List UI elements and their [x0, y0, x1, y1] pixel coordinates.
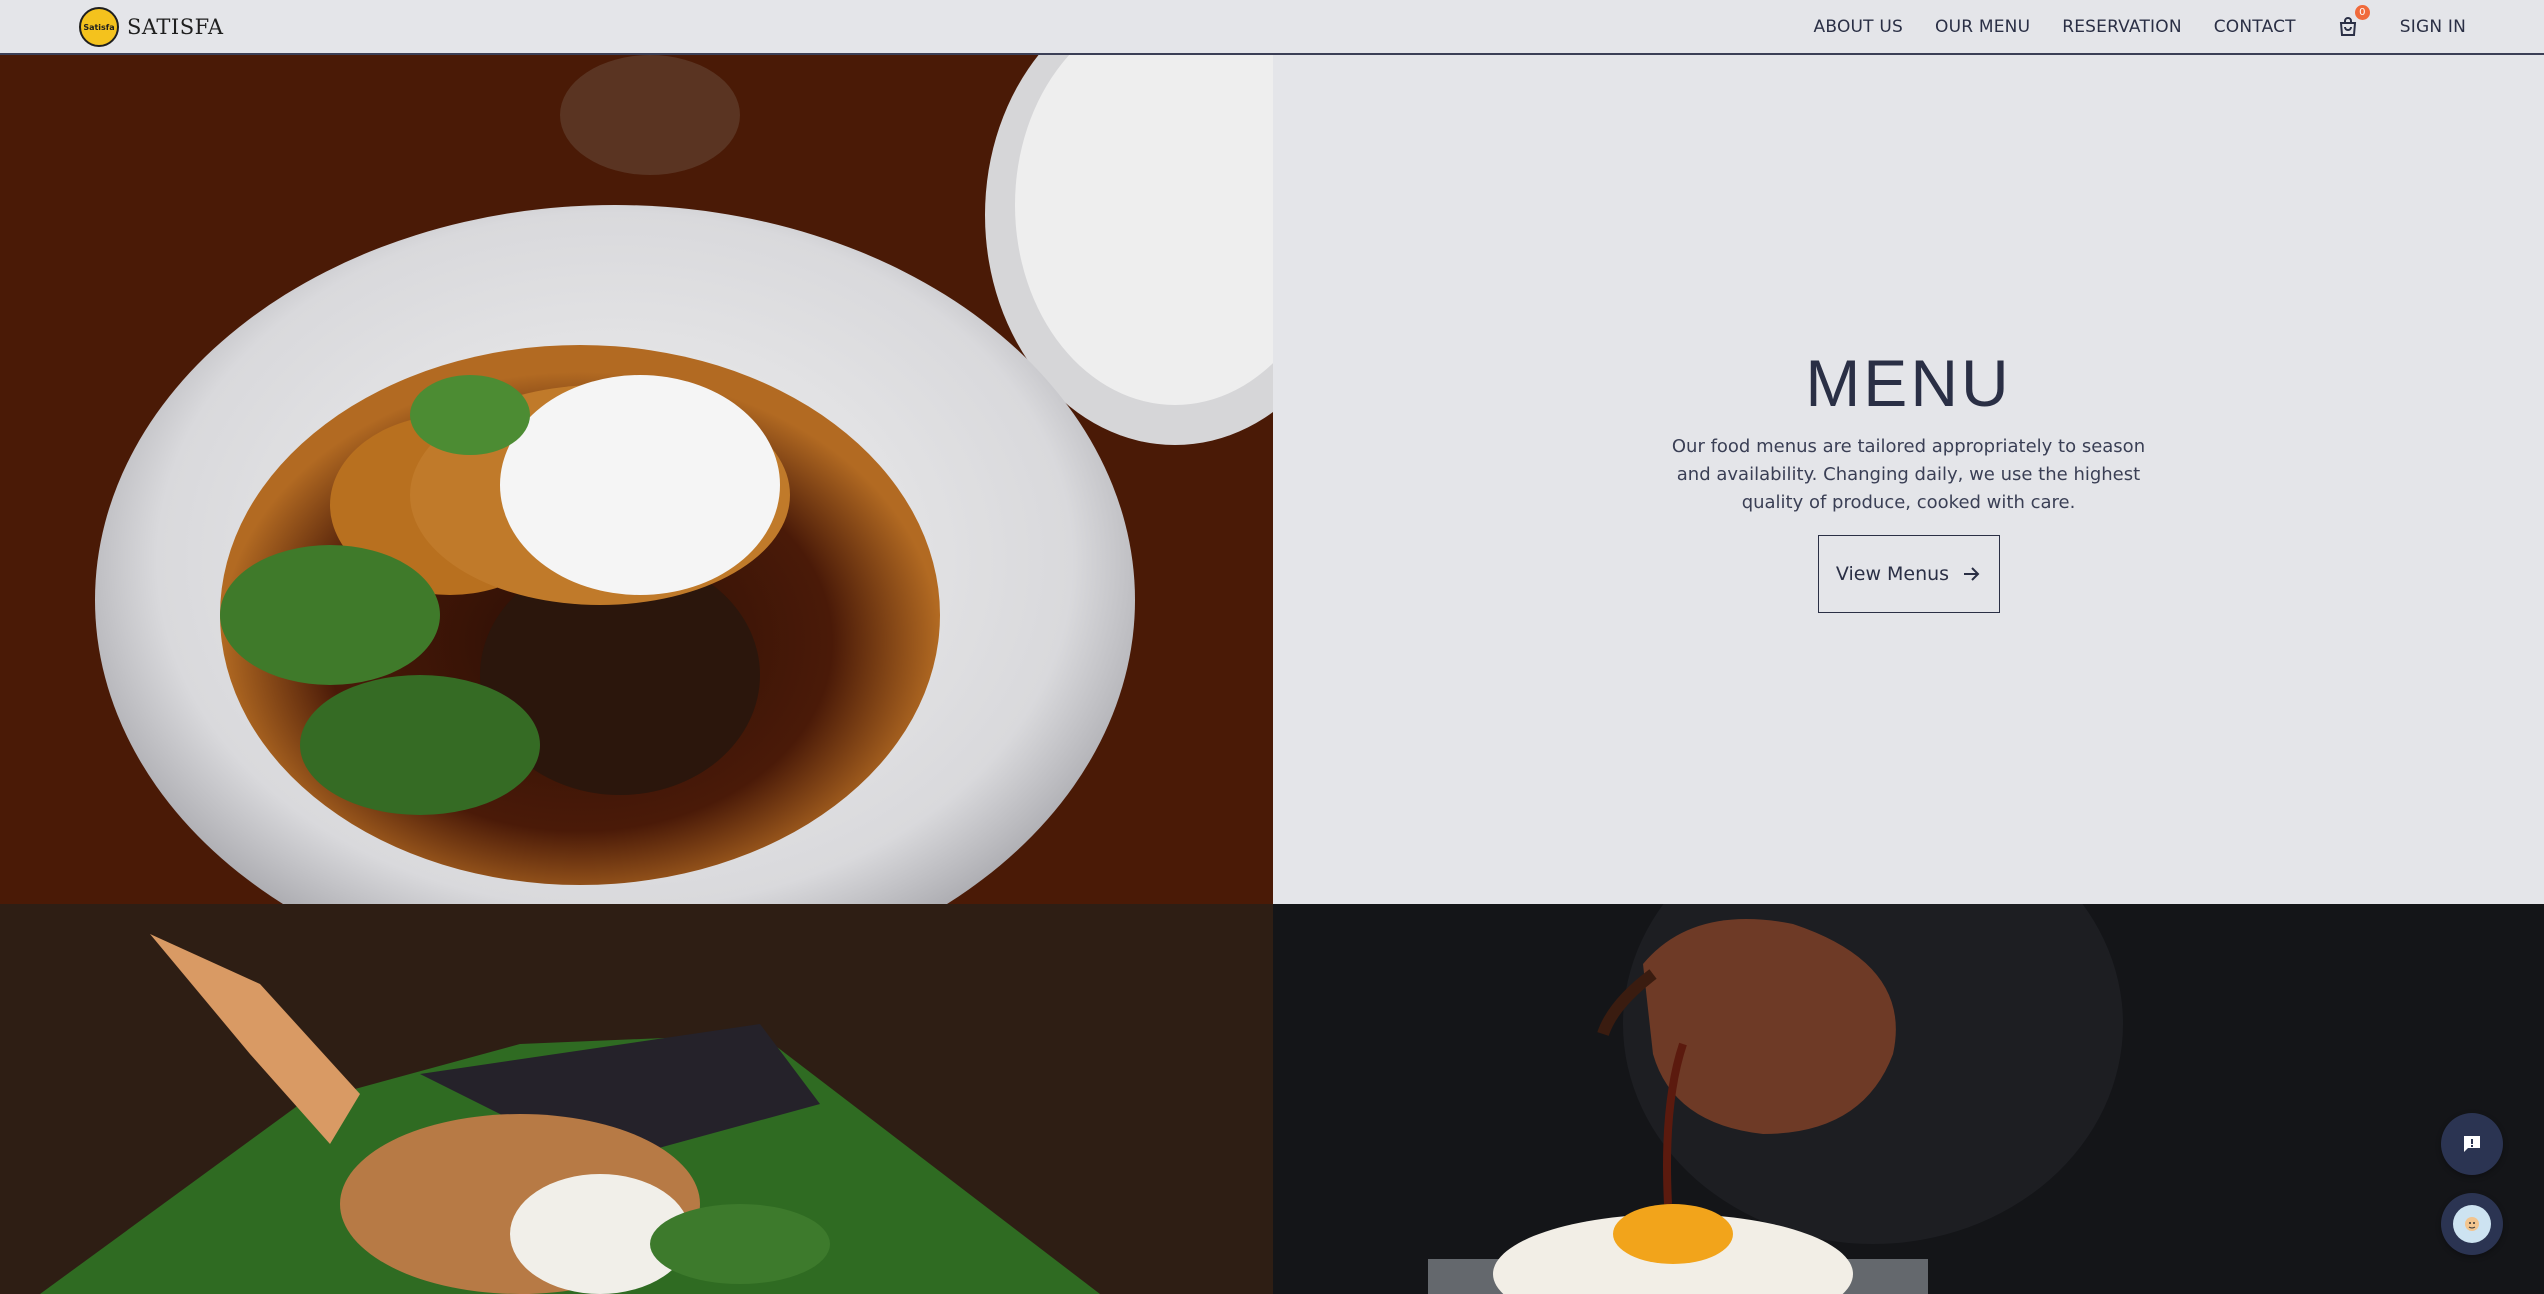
chat-assistant-button[interactable]: [2441, 1193, 2503, 1255]
chat-avatar-icon: [2453, 1205, 2491, 1243]
nav-contact[interactable]: CONTACT: [2214, 17, 2296, 37]
feedback-icon: [2464, 1136, 2480, 1152]
feedback-button[interactable]: [2441, 1113, 2503, 1175]
logo-badge-icon: Satisfa: [79, 7, 119, 47]
view-menus-label: View Menus: [1835, 563, 1950, 585]
logo-badge-text: Satisfa: [83, 22, 115, 32]
pouring-sauce-illustration: [1273, 904, 2544, 1294]
menu-content: MENU Our food menus are tailored appropr…: [1273, 345, 2544, 613]
food-photo-fried-fish: [0, 904, 1273, 1294]
fried-fish-illustration: [0, 904, 1273, 1294]
brand-logo[interactable]: Satisfa SATISFA: [79, 7, 224, 47]
nav-about-us[interactable]: ABOUT US: [1814, 17, 1903, 37]
sign-in-link[interactable]: SIGN IN: [2400, 17, 2466, 37]
menu-title: MENU: [1805, 346, 2012, 420]
avatar-face-icon: [2465, 1217, 2479, 1231]
menu-description: Our food menus are tailored appropriatel…: [1671, 436, 2146, 513]
nav-our-menu[interactable]: OUR MENU: [1935, 17, 2030, 37]
main-nav: ABOUT US OUR MENU RESERVATION CONTACT 0 …: [1814, 0, 2466, 53]
food-photo-curry-bowl: [0, 55, 1273, 904]
cart-count-badge: 0: [2354, 4, 2370, 20]
cart-button[interactable]: 0: [2336, 4, 2370, 39]
site-header: Satisfa SATISFA ABOUT US OUR MENU RESERV…: [0, 0, 2544, 55]
nav-reservation[interactable]: RESERVATION: [2062, 17, 2182, 37]
shopping-bag-icon: [2339, 16, 2356, 36]
view-menus-button[interactable]: View Menus: [1817, 535, 2000, 613]
curry-bowl-illustration: [0, 55, 1273, 904]
arrow-right-icon: [1964, 567, 1980, 581]
menu-info-panel: MENU Our food menus are tailored appropr…: [1273, 55, 2544, 904]
brand-name: SATISFA: [127, 15, 224, 39]
food-photo-pouring-sauce: [1273, 904, 2544, 1294]
